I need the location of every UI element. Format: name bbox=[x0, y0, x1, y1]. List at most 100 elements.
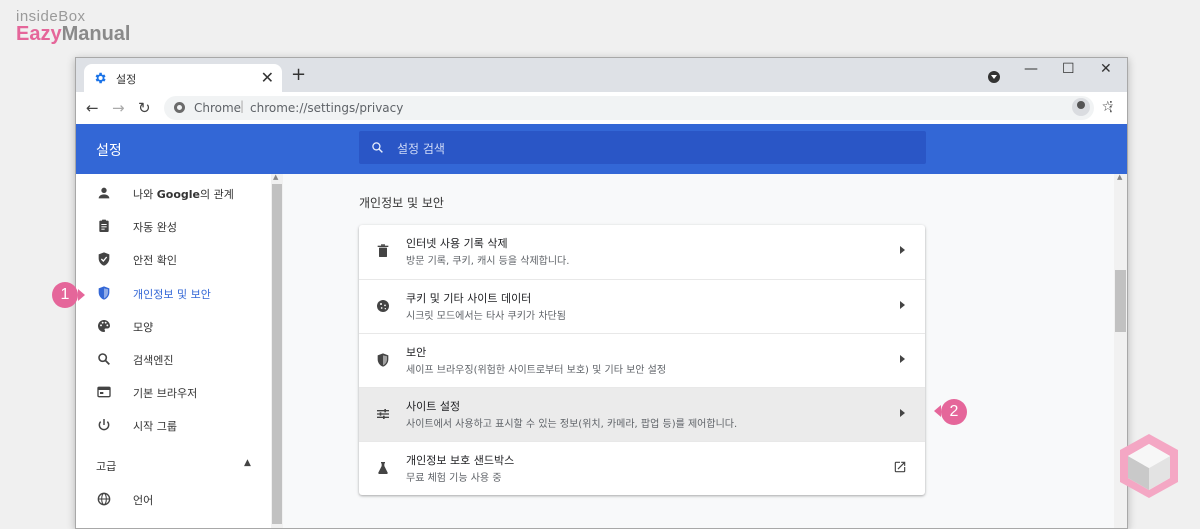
annotation-badge-1: 1 bbox=[52, 282, 78, 308]
page-title: 설정 bbox=[96, 143, 122, 159]
trash-icon bbox=[377, 244, 389, 257]
arrow-right-icon bbox=[900, 246, 905, 254]
cookie-icon bbox=[377, 300, 389, 312]
power-icon bbox=[98, 419, 110, 431]
settings-sidebar: 나와 Google의 관계 자동 완성 안전 확인 개인정보 및 보안 모양 검… bbox=[76, 174, 271, 528]
omnibox-separator: | bbox=[240, 99, 245, 113]
settings-header: 설정 설정 검색 bbox=[76, 124, 1127, 174]
sidebar-advanced-toggle[interactable]: 고급 ▲ bbox=[76, 450, 271, 480]
row-title: 사이트 설정 bbox=[406, 400, 461, 413]
logo-manual: Manual bbox=[61, 23, 131, 45]
arrow-right-icon bbox=[900, 301, 905, 309]
sidebar-item-search-engine[interactable]: 검색엔진 bbox=[76, 344, 271, 374]
annotation-pointer-2 bbox=[934, 405, 941, 417]
logo-eazy: Eazy bbox=[16, 23, 62, 45]
sidebar-item-label: 기본 브라우저 bbox=[133, 387, 198, 400]
row-title: 인터넷 사용 기록 삭제 bbox=[406, 237, 508, 250]
search-placeholder: 설정 검색 bbox=[397, 142, 445, 156]
sidebar-item-default-browser[interactable]: 기본 브라우저 bbox=[76, 377, 271, 407]
sidebar-item-label: 개인정보 및 보안 bbox=[133, 288, 211, 301]
sidebar-item-label: 나와 Google의 관계 bbox=[133, 188, 234, 201]
sidebar-advanced-label: 고급 bbox=[96, 460, 117, 473]
section-title: 개인정보 및 보안 bbox=[359, 196, 444, 210]
logo-line2: EazyManual bbox=[16, 23, 131, 46]
reload-icon[interactable]: ↻ bbox=[138, 99, 151, 117]
maximize-button[interactable]: ☐ bbox=[1062, 61, 1075, 77]
scroll-up-arrow-icon[interactable]: ▲ bbox=[1117, 173, 1122, 181]
tab-search-icon[interactable] bbox=[988, 71, 1000, 83]
row-privacy-sandbox[interactable]: 개인정보 보호 샌드박스 무료 체험 기능 사용 중 bbox=[359, 441, 925, 495]
watermark-logo: insideBox EazyManual bbox=[16, 8, 131, 46]
sidebar-item-on-startup[interactable]: 시작 그룹 bbox=[76, 410, 271, 440]
flask-icon bbox=[378, 462, 388, 474]
sidebar-scrollbar[interactable]: ▲ bbox=[271, 173, 283, 528]
row-subtitle: 방문 기록, 쿠키, 캐시 등을 삭제합니다. bbox=[406, 256, 570, 267]
row-cookies[interactable]: 쿠키 및 기타 사이트 데이터 시크릿 모드에서는 타사 쿠키가 차단됨 bbox=[359, 279, 925, 334]
shield-check-icon bbox=[98, 252, 110, 266]
settings-content: 나와 Google의 관계 자동 완성 안전 확인 개인정보 및 보안 모양 검… bbox=[76, 173, 1127, 528]
forward-arrow-icon[interactable]: → bbox=[112, 99, 125, 117]
row-title: 쿠키 및 기타 사이트 데이터 bbox=[406, 292, 532, 305]
browser-icon bbox=[97, 386, 111, 398]
sidebar-item-safety-check[interactable]: 안전 확인 bbox=[76, 244, 271, 274]
minimize-button[interactable]: — bbox=[1024, 61, 1038, 77]
sidebar-item-label: 언어 bbox=[133, 494, 154, 507]
annotation-badge-2: 2 bbox=[941, 399, 967, 425]
settings-search-input[interactable]: 설정 검색 bbox=[359, 131, 926, 164]
browser-toolbar: ← → ↻ Chrome | chrome://settings/privacy… bbox=[76, 92, 1127, 125]
sidebar-scroll-thumb[interactable] bbox=[272, 184, 282, 524]
sidebar-item-label: 자동 완성 bbox=[133, 221, 177, 234]
profile-avatar-icon[interactable] bbox=[1072, 98, 1090, 116]
clipboard-icon bbox=[99, 219, 109, 232]
tune-icon bbox=[377, 409, 389, 419]
shield-icon bbox=[377, 353, 389, 367]
row-site-settings[interactable]: 사이트 설정 사이트에서 사용하고 표시할 수 있는 정보(위치, 카메라, 팝… bbox=[359, 387, 925, 442]
omnibox-url: chrome://settings/privacy bbox=[250, 101, 404, 115]
row-security[interactable]: 보안 세이프 브라우징(위험한 사이트로부터 보호) 및 기타 보안 설정 bbox=[359, 333, 925, 388]
sidebar-item-languages[interactable]: 언어 bbox=[76, 484, 271, 514]
arrow-right-icon bbox=[900, 355, 905, 363]
row-title: 개인정보 보호 샌드박스 bbox=[406, 454, 515, 467]
tab-bar: 설정 ✕ + — ☐ ✕ bbox=[76, 58, 1127, 92]
row-subtitle: 무료 체험 기능 사용 중 bbox=[406, 473, 502, 484]
more-menu-icon[interactable]: ⋮ bbox=[1104, 99, 1118, 115]
window-close-button[interactable]: ✕ bbox=[1100, 61, 1112, 77]
row-subtitle: 세이프 브라우징(위험한 사이트로부터 보호) 및 기타 보안 설정 bbox=[406, 365, 667, 376]
sidebar-item-privacy[interactable]: 개인정보 및 보안 bbox=[76, 278, 271, 308]
scroll-up-arrow-icon[interactable]: ▲ bbox=[273, 173, 278, 181]
sidebar-item-label: 모양 bbox=[133, 321, 154, 334]
palette-icon bbox=[98, 320, 110, 332]
shield-icon bbox=[98, 286, 110, 300]
arrow-right-icon bbox=[900, 409, 905, 417]
omnibox-site-label: Chrome bbox=[194, 101, 242, 115]
sidebar-item-label: 시작 그룹 bbox=[133, 420, 177, 433]
person-icon bbox=[98, 187, 110, 199]
back-arrow-icon[interactable]: ← bbox=[86, 99, 99, 117]
tab-settings[interactable]: 설정 ✕ bbox=[84, 64, 282, 92]
gear-icon bbox=[95, 72, 106, 84]
annotation-pointer-1 bbox=[78, 289, 85, 301]
new-tab-button[interactable]: + bbox=[291, 64, 306, 85]
row-subtitle: 사이트에서 사용하고 표시할 수 있는 정보(위치, 카메라, 팝업 등)를 제… bbox=[406, 419, 738, 430]
cube-logo-icon bbox=[1120, 434, 1178, 498]
globe-icon bbox=[97, 492, 111, 506]
open-in-new-icon bbox=[894, 461, 906, 473]
row-subtitle: 시크릿 모드에서는 타사 쿠키가 차단됨 bbox=[406, 311, 566, 322]
sidebar-item-google[interactable]: 나와 Google의 관계 bbox=[76, 178, 271, 208]
address-bar[interactable]: Chrome | chrome://settings/privacy ☆ bbox=[164, 96, 1114, 120]
tab-title: 설정 bbox=[116, 73, 137, 86]
row-clear-browsing-data[interactable]: 인터넷 사용 기록 삭제 방문 기록, 쿠키, 캐시 등을 삭제합니다. bbox=[359, 225, 925, 279]
search-icon bbox=[98, 353, 110, 365]
tab-close-button[interactable]: ✕ bbox=[261, 68, 274, 87]
privacy-settings-card: 인터넷 사용 기록 삭제 방문 기록, 쿠키, 캐시 등을 삭제합니다. 쿠키 … bbox=[359, 225, 925, 495]
row-title: 보안 bbox=[406, 346, 427, 359]
sidebar-item-appearance[interactable]: 모양 bbox=[76, 311, 271, 341]
sidebar-item-label: 안전 확인 bbox=[133, 254, 177, 267]
sidebar-item-autofill[interactable]: 자동 완성 bbox=[76, 211, 271, 241]
sidebar-item-label: 검색엔진 bbox=[133, 354, 174, 367]
main-scroll-thumb[interactable] bbox=[1115, 270, 1126, 332]
search-icon bbox=[372, 142, 383, 153]
browser-window: 설정 ✕ + — ☐ ✕ ← → ↻ Chrome | chrome://set… bbox=[75, 57, 1128, 529]
chevron-up-icon: ▲ bbox=[244, 458, 251, 468]
chrome-site-icon bbox=[174, 102, 185, 113]
